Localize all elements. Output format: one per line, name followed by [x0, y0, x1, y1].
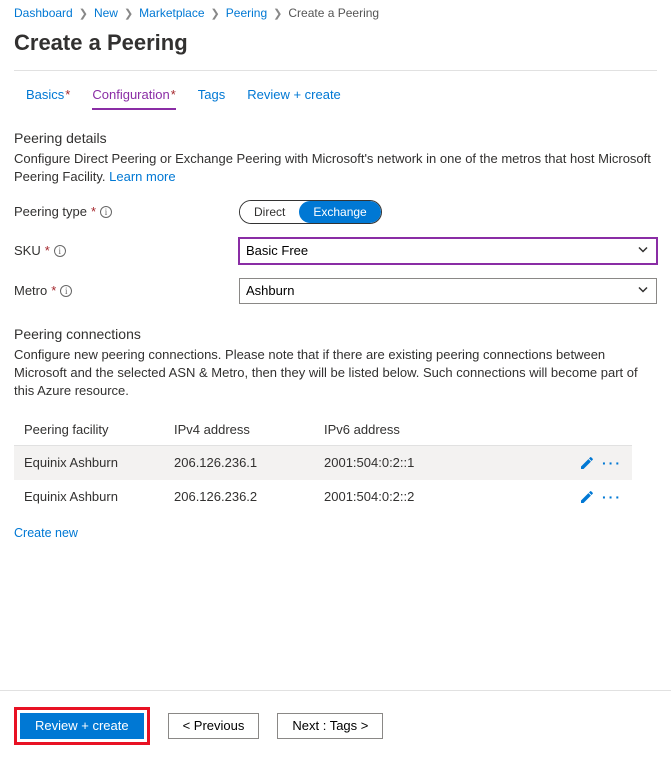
info-icon[interactable]: i	[100, 206, 112, 218]
peering-type-toggle: Direct Exchange	[239, 200, 382, 224]
chevron-right-icon: ❯	[124, 7, 133, 20]
tab-configuration[interactable]: Configuration*	[92, 87, 175, 110]
learn-more-link[interactable]: Learn more	[109, 169, 175, 184]
field-sku: SKU * i Basic Free	[14, 238, 657, 264]
required-indicator: *	[65, 87, 70, 102]
section-title-connections: Peering connections	[14, 326, 657, 342]
create-new-link[interactable]: Create new	[14, 526, 78, 540]
table-row[interactable]: Equinix Ashburn 206.126.236.2 2001:504:0…	[14, 480, 632, 514]
section-title-details: Peering details	[14, 130, 657, 146]
tab-label: Configuration	[92, 87, 169, 102]
breadcrumb-current: Create a Peering	[288, 6, 379, 20]
col-ipv4: IPv4 address	[164, 414, 314, 446]
required-indicator: *	[171, 87, 176, 102]
required-indicator: *	[91, 204, 96, 219]
connections-table: Peering facility IPv4 address IPv6 addre…	[14, 414, 632, 514]
sku-dropdown[interactable]: Basic Free	[239, 238, 657, 264]
cell-ipv4: 206.126.236.1	[164, 445, 314, 480]
breadcrumb-link[interactable]: New	[94, 6, 118, 20]
breadcrumb-link[interactable]: Marketplace	[139, 6, 204, 20]
edit-icon[interactable]	[578, 454, 596, 472]
metro-label: Metro	[14, 283, 47, 298]
cell-ipv6: 2001:504:0:2::2	[314, 480, 562, 514]
chevron-right-icon: ❯	[273, 7, 282, 20]
edit-icon[interactable]	[578, 488, 596, 506]
previous-button[interactable]: < Previous	[168, 713, 260, 739]
section-desc-connections: Configure new peering connections. Pleas…	[14, 346, 657, 400]
chevron-right-icon: ❯	[79, 7, 88, 20]
breadcrumb-link[interactable]: Dashboard	[14, 6, 73, 20]
sku-select[interactable]: Basic Free	[239, 238, 657, 264]
col-ipv6: IPv6 address	[314, 414, 562, 446]
more-icon[interactable]: ···	[602, 490, 622, 504]
peering-type-label: Peering type	[14, 204, 87, 219]
info-icon[interactable]: i	[54, 245, 66, 257]
review-create-button[interactable]: Review + create	[20, 713, 144, 739]
tab-tags[interactable]: Tags	[198, 87, 225, 110]
breadcrumb: Dashboard ❯ New ❯ Marketplace ❯ Peering …	[14, 4, 657, 24]
breadcrumb-link[interactable]: Peering	[226, 6, 267, 20]
next-button[interactable]: Next : Tags >	[277, 713, 383, 739]
peering-type-exchange[interactable]: Exchange	[299, 201, 380, 223]
wizard-footer: Review + create < Previous Next : Tags >	[0, 690, 671, 761]
cell-ipv6: 2001:504:0:2::1	[314, 445, 562, 480]
peering-type-direct[interactable]: Direct	[240, 201, 299, 223]
page-title: Create a Peering	[14, 30, 657, 56]
cell-facility: Equinix Ashburn	[14, 480, 164, 514]
info-icon[interactable]: i	[60, 285, 72, 297]
table-row[interactable]: Equinix Ashburn 206.126.236.1 2001:504:0…	[14, 445, 632, 480]
tab-basics[interactable]: Basics*	[26, 87, 70, 110]
tab-review-create[interactable]: Review + create	[247, 87, 341, 110]
chevron-right-icon: ❯	[211, 7, 220, 20]
field-metro: Metro * i Ashburn	[14, 278, 657, 304]
tab-label: Basics	[26, 87, 64, 102]
section-desc-details: Configure Direct Peering or Exchange Pee…	[14, 150, 657, 186]
sku-label: SKU	[14, 243, 41, 258]
highlight-box: Review + create	[14, 707, 150, 745]
metro-select[interactable]: Ashburn	[239, 278, 657, 304]
required-indicator: *	[51, 283, 56, 298]
more-icon[interactable]: ···	[602, 456, 622, 470]
required-indicator: *	[45, 243, 50, 258]
tab-bar: Basics* Configuration* Tags Review + cre…	[14, 71, 657, 110]
cell-ipv4: 206.126.236.2	[164, 480, 314, 514]
cell-facility: Equinix Ashburn	[14, 445, 164, 480]
metro-dropdown[interactable]: Ashburn	[239, 278, 657, 304]
col-facility: Peering facility	[14, 414, 164, 446]
field-peering-type: Peering type * i Direct Exchange	[14, 200, 657, 224]
